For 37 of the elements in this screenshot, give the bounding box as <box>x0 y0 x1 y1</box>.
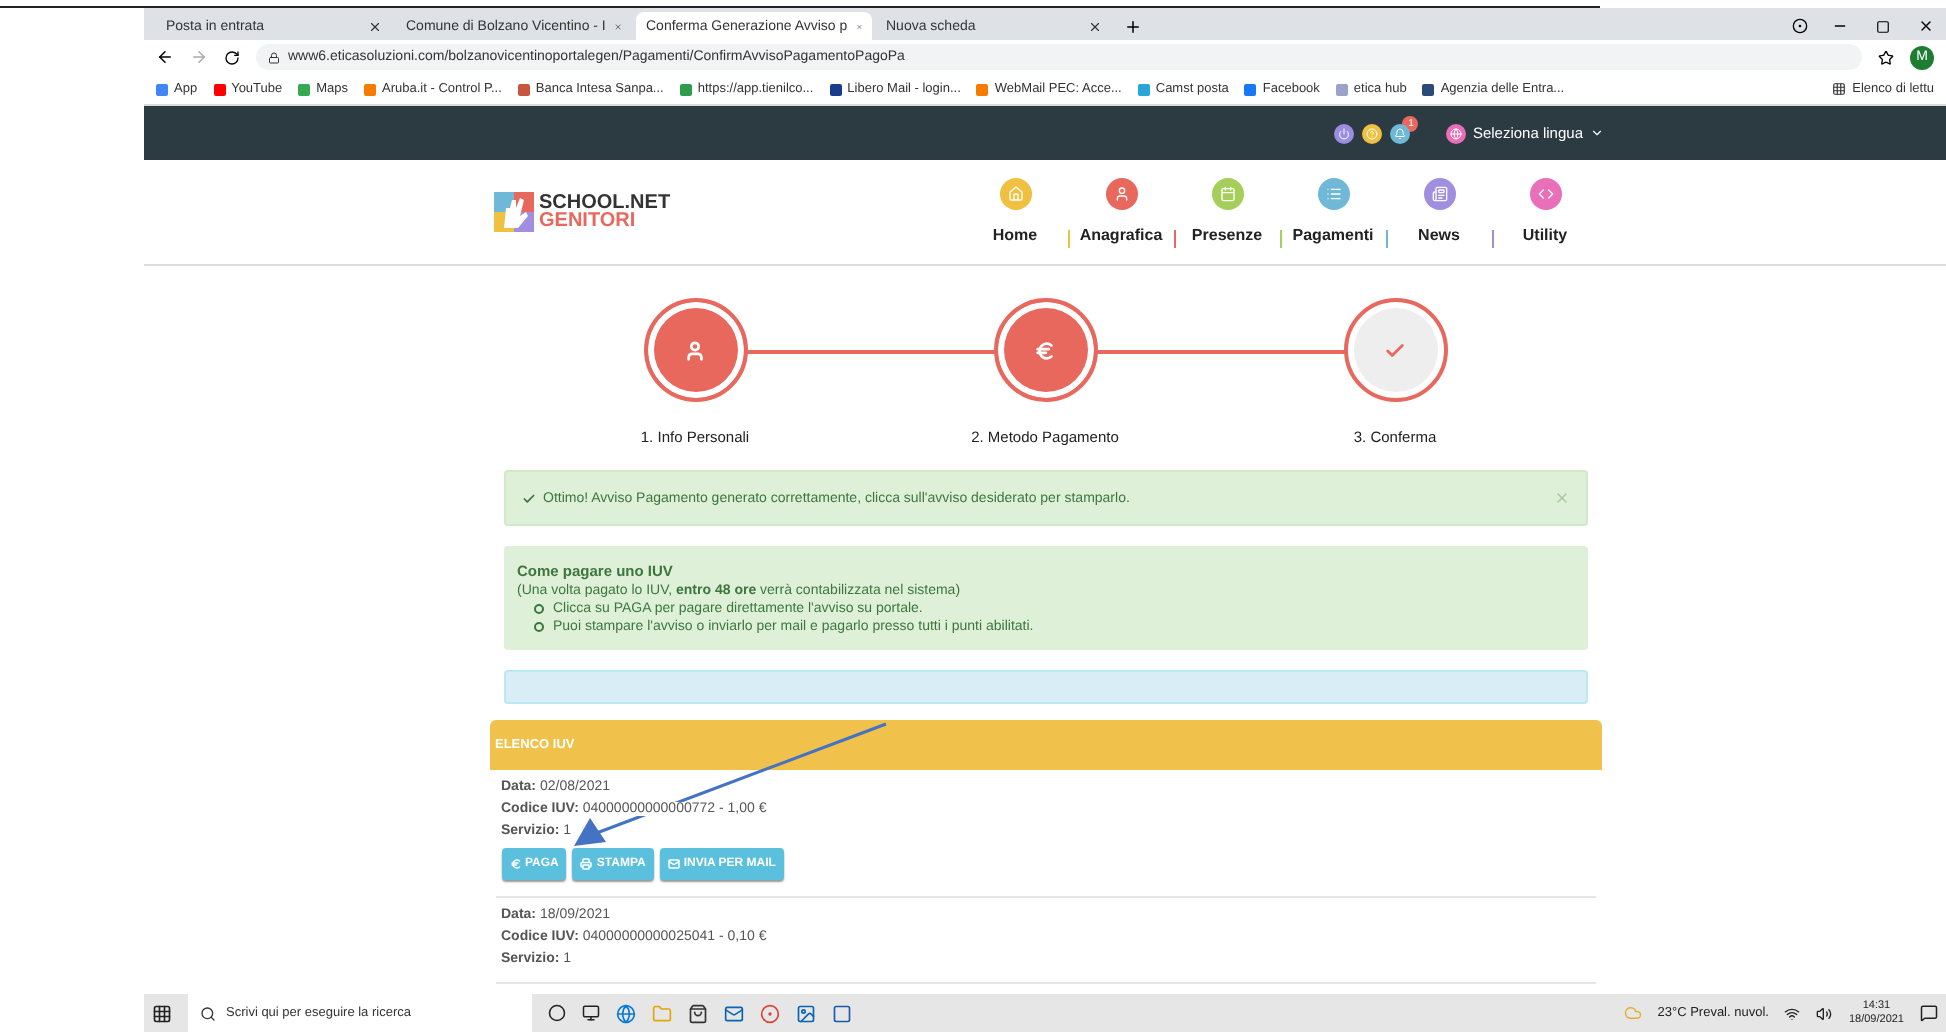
close-icon[interactable] <box>1088 19 1102 33</box>
nav-item[interactable]: Utility <box>1493 177 1597 243</box>
nav-item[interactable]: Home <box>963 177 1067 243</box>
photos-icon[interactable] <box>796 1003 816 1023</box>
euro-icon <box>1034 339 1056 361</box>
chevron-down-icon <box>1589 126 1603 140</box>
restore-icon[interactable] <box>1876 20 1890 34</box>
euro-icon <box>509 858 521 870</box>
user-icon <box>684 339 706 361</box>
logo[interactable]: SCHOOL.NET GENITORI <box>493 192 671 232</box>
store-icon[interactable] <box>688 1003 708 1023</box>
nav-item[interactable]: News <box>1387 177 1491 243</box>
back-icon[interactable] <box>156 48 174 66</box>
check-icon <box>521 491 535 505</box>
help-icon[interactable] <box>1362 123 1383 143</box>
browser-icon[interactable] <box>616 1003 636 1023</box>
close-icon[interactable] <box>368 19 382 33</box>
lock-icon <box>268 51 280 63</box>
notification-icon[interactable] <box>1920 1004 1938 1022</box>
mail-icon[interactable] <box>724 1003 744 1023</box>
close-icon[interactable] <box>1918 18 1934 34</box>
volume-icon[interactable] <box>1816 1005 1833 1021</box>
nav-item[interactable]: Presenze <box>1175 177 1279 243</box>
star-icon[interactable] <box>1878 49 1894 65</box>
nav-item[interactable]: Pagamenti <box>1281 177 1385 243</box>
search-icon <box>200 1005 216 1021</box>
reload-icon[interactable] <box>224 49 240 65</box>
bell-icon[interactable] <box>1390 123 1411 143</box>
globe-icon <box>1446 123 1467 143</box>
printer-icon <box>580 858 593 870</box>
nav-item[interactable]: Anagrafica <box>1069 177 1173 243</box>
mail-icon <box>667 858 680 870</box>
new-tab-icon[interactable] <box>1124 18 1142 36</box>
check-icon <box>1384 339 1406 361</box>
list-icon <box>1832 82 1847 96</box>
network-icon[interactable] <box>1784 1005 1801 1021</box>
power-icon[interactable] <box>1334 123 1355 143</box>
